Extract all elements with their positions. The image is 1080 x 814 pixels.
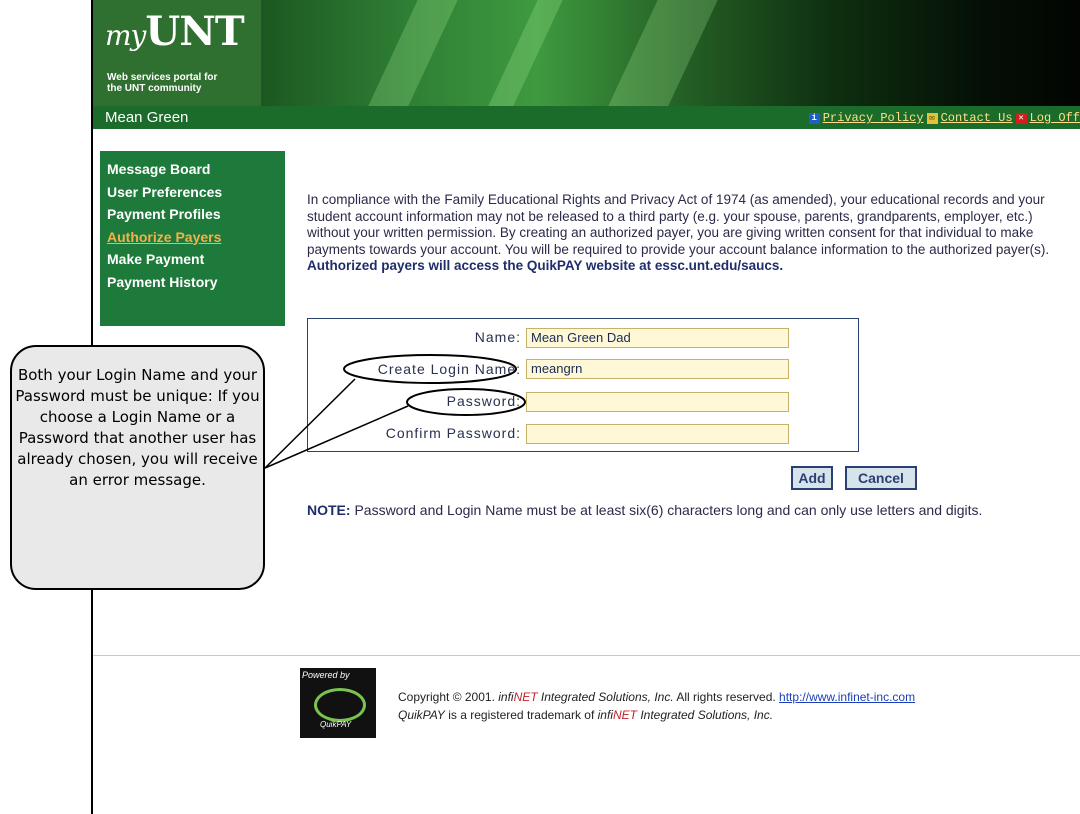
callout-pointer-line (264, 405, 409, 469)
login-name-highlight (343, 354, 517, 384)
annotation-overlay (264, 354, 526, 469)
password-highlight (406, 388, 526, 416)
callout-pointer-line (264, 378, 356, 469)
